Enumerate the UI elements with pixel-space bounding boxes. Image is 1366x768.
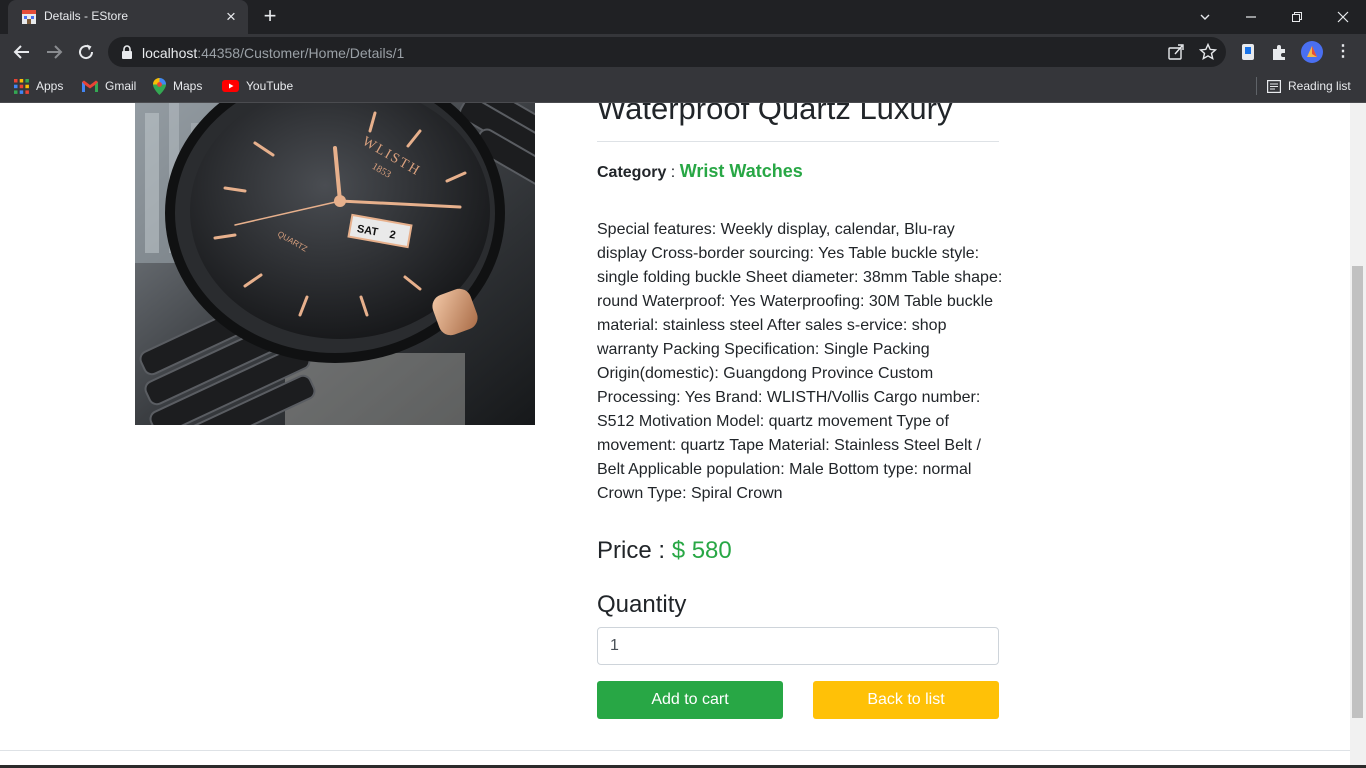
url-path: :44358/Customer/Home/Details/1: [197, 45, 405, 61]
address-bar[interactable]: localhost:44358/Customer/Home/Details/1: [108, 37, 1226, 67]
profile-avatar[interactable]: [1301, 41, 1323, 63]
tab-details-estore[interactable]: Details - EStore ×: [8, 0, 248, 34]
bookmark-youtube[interactable]: YouTube: [222, 77, 293, 95]
extension-icon[interactable]: [1238, 42, 1258, 62]
tab-search-icon[interactable]: [1182, 0, 1228, 34]
bookmark-label: Maps: [173, 79, 203, 93]
url-host: localhost: [142, 45, 198, 61]
page-scrollbar[interactable]: [1350, 103, 1366, 768]
share-icon[interactable]: [1167, 43, 1185, 61]
restore-icon[interactable]: [1274, 0, 1320, 34]
title-divider: [597, 141, 999, 142]
lock-icon[interactable]: [121, 45, 133, 59]
tab-strip: Details - EStore × +: [0, 0, 1366, 34]
chrome-menu-icon[interactable]: ⋮: [1335, 41, 1351, 63]
gmail-icon: [82, 80, 98, 92]
bookmarks-bar: Apps Gmail Maps YouTube Reading list: [0, 70, 1366, 103]
scrollbar-thumb[interactable]: [1352, 266, 1363, 718]
bookmark-label: Apps: [36, 79, 64, 93]
product-category: Category : Wrist Watches: [597, 161, 803, 182]
add-to-cart-button[interactable]: Add to cart: [597, 681, 783, 719]
close-window-icon[interactable]: [1320, 0, 1366, 34]
footer-divider: [0, 750, 1350, 751]
category-separator: :: [666, 164, 680, 181]
reading-list-icon: [1267, 79, 1281, 93]
new-tab-icon[interactable]: +: [258, 5, 282, 29]
price-label: Price :: [597, 537, 672, 564]
reading-list-label: Reading list: [1288, 79, 1351, 93]
category-label: Category: [597, 164, 667, 181]
browser-toolbar: localhost:44358/Customer/Home/Details/1 …: [0, 34, 1366, 70]
bookmark-apps[interactable]: Apps: [14, 77, 63, 95]
back-arrow-icon[interactable]: [10, 40, 34, 64]
bookmark-gmail[interactable]: Gmail: [82, 77, 136, 95]
product-description: Special features: Weekly display, calend…: [597, 221, 1003, 502]
price-value: $ 580: [671, 537, 732, 564]
product-price: Price : $ 580: [597, 537, 732, 565]
product-title: Waterproof Quartz Luxury: [597, 103, 953, 126]
back-to-list-button[interactable]: Back to list: [813, 681, 999, 719]
category-value: Wrist Watches: [679, 161, 803, 181]
url-text: localhost:44358/Customer/Home/Details/1: [142, 45, 404, 61]
bookmark-label: Gmail: [105, 79, 137, 93]
maps-icon: [153, 77, 166, 95]
forward-arrow-icon[interactable]: [42, 40, 66, 64]
puzzle-extensions-icon[interactable]: [1270, 42, 1290, 62]
reload-icon[interactable]: [74, 40, 98, 64]
quantity-label: Quantity: [597, 591, 687, 618]
tab-title: Details - EStore: [44, 9, 129, 23]
bookmarks-divider: [1256, 77, 1257, 95]
bookmark-label: YouTube: [246, 79, 294, 93]
quantity-input[interactable]: [597, 627, 999, 665]
close-tab-icon[interactable]: ×: [222, 8, 240, 26]
watch-illustration: SAT 2 WLISTH 1853 QUARTZ: [135, 103, 535, 425]
minimize-icon[interactable]: [1228, 0, 1274, 34]
bookmark-star-icon[interactable]: [1199, 43, 1217, 61]
page-viewport: SAT 2 WLISTH 1853 QUARTZ Waterproof Quar…: [0, 103, 1350, 768]
product-image: SAT 2 WLISTH 1853 QUARTZ: [135, 103, 535, 425]
bookmark-maps[interactable]: Maps: [153, 77, 202, 95]
apps-grid-icon: [14, 78, 29, 94]
youtube-icon: [222, 80, 239, 92]
store-favicon-icon: [22, 10, 36, 24]
reading-list-button[interactable]: Reading list: [1267, 77, 1351, 95]
